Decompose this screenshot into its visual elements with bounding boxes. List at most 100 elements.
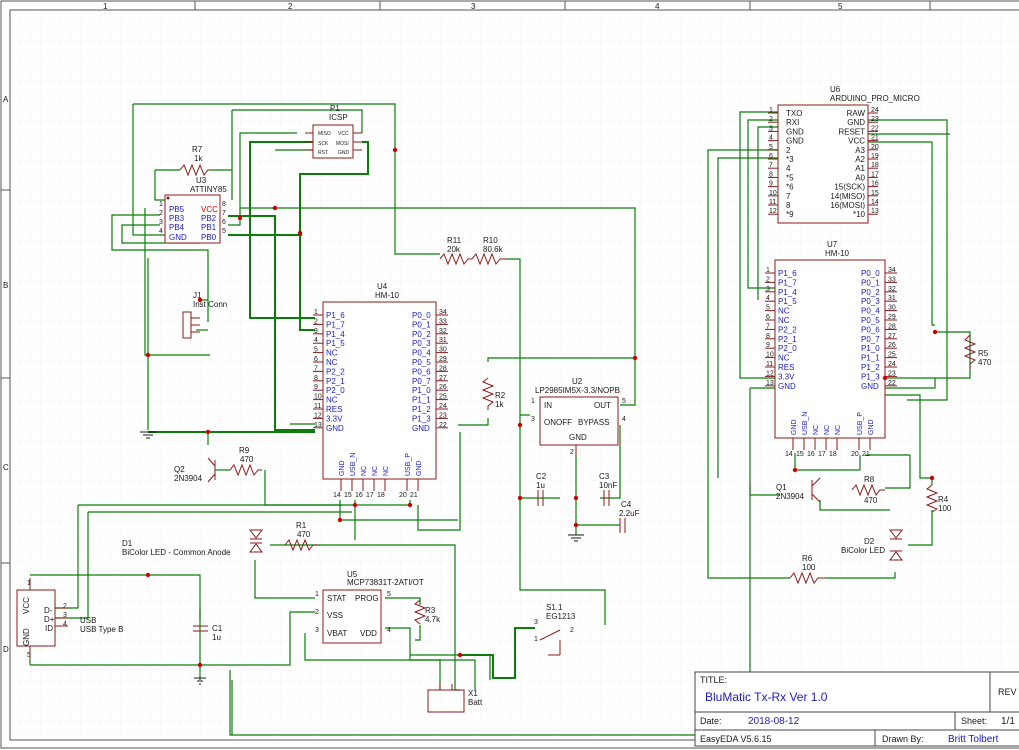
r7-ref: R7	[192, 145, 203, 154]
date-value: 2018-08-12	[748, 716, 800, 727]
u7-pin-num: 25	[888, 352, 896, 359]
r5-value: 470	[978, 358, 992, 367]
u7-ref: U7	[827, 240, 838, 249]
u7-pin-label: P0_3	[861, 297, 880, 306]
u7-pin-num: 15	[796, 451, 804, 458]
u7-pin-num: 22	[888, 380, 896, 387]
u4-pin-label: P2_1	[326, 377, 345, 386]
u3-pin: GND	[169, 233, 187, 242]
u6-pin-num: 5	[769, 144, 773, 151]
r3-value: 4.7k	[425, 615, 441, 624]
u6-pin-label: A1	[855, 164, 865, 173]
usb-pin: VCC	[22, 597, 31, 614]
u7-pin-label: P1_2	[861, 363, 880, 372]
u7-pin-num: 18	[829, 451, 837, 458]
u6-pin-num: 16	[871, 181, 879, 188]
u4-pin-label: USB_P	[405, 453, 412, 476]
c3-value: 10nF	[599, 481, 617, 490]
u6-pin-num: 17	[871, 171, 879, 178]
r6-ref: R6	[802, 554, 813, 563]
schematic-title: BluMatic Tx-Rx Ver 1.0	[705, 690, 828, 704]
u4-pin-num: 11	[314, 403, 321, 410]
date-label: Date:	[700, 716, 722, 726]
u6-pin-label: A2	[855, 155, 865, 164]
u7-pin-num: 6	[766, 314, 770, 321]
u7-pin-label: GND	[778, 382, 796, 391]
u7-pin-num: 28	[888, 323, 896, 330]
u3-ref: U3	[196, 176, 207, 185]
u7-pin-label: RES	[778, 363, 794, 372]
c3-ref: C3	[599, 472, 610, 481]
u7-pin-label: 3.3V	[778, 372, 795, 381]
r4-ref: R4	[938, 495, 949, 504]
u3-num: 3	[159, 219, 163, 226]
u7-pin-label: USB_P	[857, 412, 864, 435]
u4-pin-num: 16	[355, 492, 363, 499]
u5-pin: VSS	[327, 611, 343, 620]
u3-num: 2	[159, 210, 163, 217]
u6-pin-num: 24	[871, 107, 879, 114]
u5-pin: STAT	[327, 594, 346, 603]
u4-pin-label: NC	[372, 466, 379, 476]
u4-pin-num: 24	[439, 403, 447, 410]
u4-pin-num: 22	[439, 422, 447, 429]
u6-pin-num: 1	[769, 107, 773, 114]
usb-pin: ID	[45, 624, 53, 633]
u7-pin-label: NC	[778, 316, 790, 325]
module-u7-hm10[interactable]: U7 HM-10 1 P1_6 2 P1_7 3 P1_4 4 P1_5 5 NC 6 NC 7 P2_2…	[765, 240, 897, 458]
u6-ref: U6	[830, 85, 841, 94]
u6-pin-label: *9	[786, 210, 794, 219]
r9-value: 470	[240, 455, 254, 464]
u3-num: 8	[222, 201, 226, 208]
title-block: TITLE: BluMatic Tx-Rx Ver 1.0 REV Date: …	[694, 671, 1019, 747]
u3-num: 4	[159, 228, 163, 235]
u5-num: 3	[315, 627, 319, 634]
u3-pin: VCC	[201, 205, 218, 214]
u4-pin-num: 10	[314, 394, 322, 401]
u7-pin-num: 12	[766, 370, 774, 377]
u7-pin-label: P1_5	[778, 297, 797, 306]
u3-pin: PB0	[201, 233, 217, 242]
u7-pin-label: P0_0	[861, 269, 880, 278]
u3-pin: PB2	[201, 214, 217, 223]
u6-pin-num: 12	[769, 208, 777, 215]
u3-pin: PB3	[169, 214, 185, 223]
u4-pin-num: 28	[439, 365, 447, 372]
u7-pin-num: 26	[888, 342, 896, 349]
usb-num: 4	[63, 621, 67, 628]
u6-pin-label: RESET	[838, 127, 865, 136]
usb-num: 2	[63, 603, 67, 610]
u4-pin-num: 15	[344, 492, 352, 499]
u3-num: 6	[222, 219, 226, 226]
d2-ref: D2	[864, 537, 875, 546]
u7-pin-num: 21	[862, 451, 870, 458]
u5-pin: VBAT	[327, 629, 347, 638]
u6-pin-label: *10	[853, 210, 866, 219]
u2-ref: U2	[572, 377, 583, 386]
u7-pin-num: 1	[766, 267, 770, 274]
u2-pin: ONOFF	[544, 418, 572, 427]
u4-pin-num: 12	[314, 412, 322, 419]
regulator-u2[interactable]: U2 LP2985IM5X-3.3/NOPB IN OUT ONOFF BYPA…	[531, 377, 626, 456]
u4-pin-num: 25	[439, 394, 447, 401]
u7-pin-num: 5	[766, 305, 770, 312]
u7-pin-label: P0_4	[861, 307, 880, 316]
u7-pin-label: P0_6	[861, 325, 880, 334]
s1-num: 3	[534, 619, 538, 626]
u6-pin-label: 14(MISO)	[830, 192, 865, 201]
u4-pin-label: NC	[326, 349, 338, 358]
q2-name: 2N3904	[174, 474, 203, 483]
u7-pin-label: USB_N	[802, 412, 809, 435]
u4-pin-label: NC	[326, 358, 338, 367]
u7-pin-num: 11	[766, 361, 773, 368]
u4-pin-label: P1_6	[326, 311, 345, 320]
u4-pin-label: P0_4	[412, 349, 431, 358]
u7-name: HM-10	[825, 249, 850, 258]
module-u4-hm10[interactable]: U4 HM-10 1 P1_6 2 P1_7 3 P1_4 4 P1_5 5 NC 6 NC 7 P2_2…	[313, 282, 448, 499]
u4-pin-label: GND	[416, 460, 423, 476]
u7-pin-label: NC	[778, 307, 790, 316]
x1-ref: X1	[468, 689, 478, 698]
u6-pin-label: 2	[786, 146, 791, 155]
col-label: 2	[288, 2, 293, 11]
rev-label: REV	[998, 687, 1017, 697]
